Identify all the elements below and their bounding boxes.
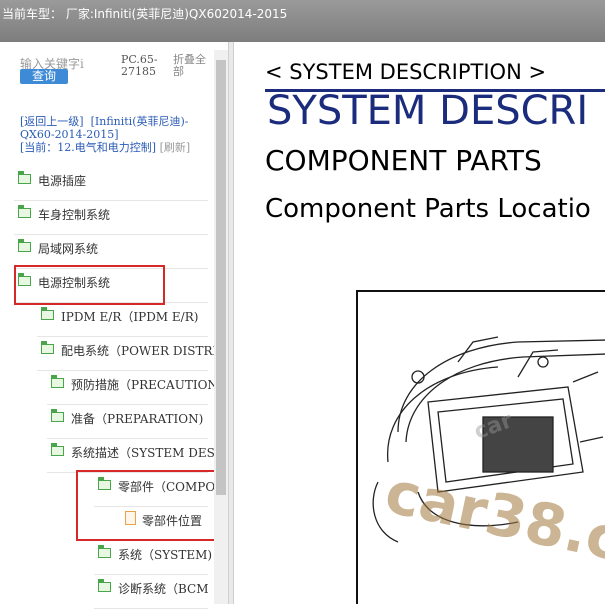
folder-icon [18,205,31,218]
pc-code: PC.65-27185 [121,53,158,78]
highlight-box-components [76,470,216,541]
tree-item-label: 车身控制系统 [38,208,111,222]
tree-item-label: 局域网系统 [38,242,99,256]
tree-item[interactable]: IPDM E/R（IPDM E/R) [41,306,214,326]
folder-icon [41,307,54,320]
tree-item[interactable]: 预防措施（PRECAUTION [51,374,214,394]
search-button[interactable]: 查询 [20,69,68,84]
tree-item[interactable]: 系统（SYSTEM) [98,544,214,564]
document-viewer: < SYSTEM DESCRIPTION > SYSTEM DESCRI COM… [234,42,605,604]
tree-item-label: 电源插座 [38,174,87,188]
tree-item[interactable]: 准备（PREPARATION) [51,408,214,428]
tree-item-label: 配电系统（POWER DISTRI [61,344,214,358]
scrollbar-thumb[interactable] [216,60,226,495]
folder-icon [51,375,64,388]
tree-item[interactable]: 诊断系统（BCM [98,578,214,598]
window-title: 当前车型： 厂家:Infiniti(英菲尼迪)QX602014-2015 [2,7,288,21]
tree-separator [37,370,208,371]
tree-item[interactable]: 车身控制系统 [18,204,214,224]
tree-item[interactable]: 电源插座 [18,170,214,190]
tree-item-label: 诊断系统（BCM [118,582,209,596]
doc-breadcrumb: < SYSTEM DESCRIPTION > [265,60,547,84]
tree-item[interactable]: 系统描述（SYSTEM DES [51,442,214,462]
tree-item-label: 准备（PREPARATION) [71,412,204,426]
tree-item[interactable]: 局域网系统 [18,238,214,258]
folder-icon [98,579,111,592]
folder-icon [18,171,31,184]
doc-heading: SYSTEM DESCRI [267,88,589,134]
fold-all-link[interactable]: 折叠全部 [173,54,213,78]
tree-separator [47,404,208,405]
subsection-title: Component Parts Locatio [265,194,591,224]
back-link[interactable]: [返回上一级] [20,115,84,128]
tree-separator [94,574,208,575]
folder-icon [41,341,54,354]
tree-item-label: 系统（SYSTEM) [118,548,213,562]
tree-separator [14,234,208,235]
tree-separator [14,200,208,201]
tree-separator [37,336,208,337]
section-title: COMPONENT PARTS [265,144,542,177]
breadcrumb: [返回上一级] [Infiniti(英菲尼迪)-QX60-2014-2015] … [20,115,215,154]
refresh-link[interactable]: [刷新] [160,141,191,154]
folder-icon [98,545,111,558]
folder-icon [18,239,31,252]
tree-item-label: 预防措施（PRECAUTION [71,378,214,392]
current-section: [当前：12.电气和电力控制] [20,141,157,154]
title-bar: 当前车型： 厂家:Infiniti(英菲尼迪)QX602014-2015 [0,0,605,42]
tree-item-label: IPDM E/R（IPDM E/R) [61,310,199,324]
tree-item-label: 系统描述（SYSTEM DES [71,446,214,460]
highlight-box-power [14,265,165,305]
tree-item[interactable]: 配电系统（POWER DISTRI [41,340,214,360]
tree-separator [47,438,208,439]
folder-icon [51,443,64,456]
folder-icon [51,409,64,422]
left-scrollbar[interactable] [214,50,228,604]
